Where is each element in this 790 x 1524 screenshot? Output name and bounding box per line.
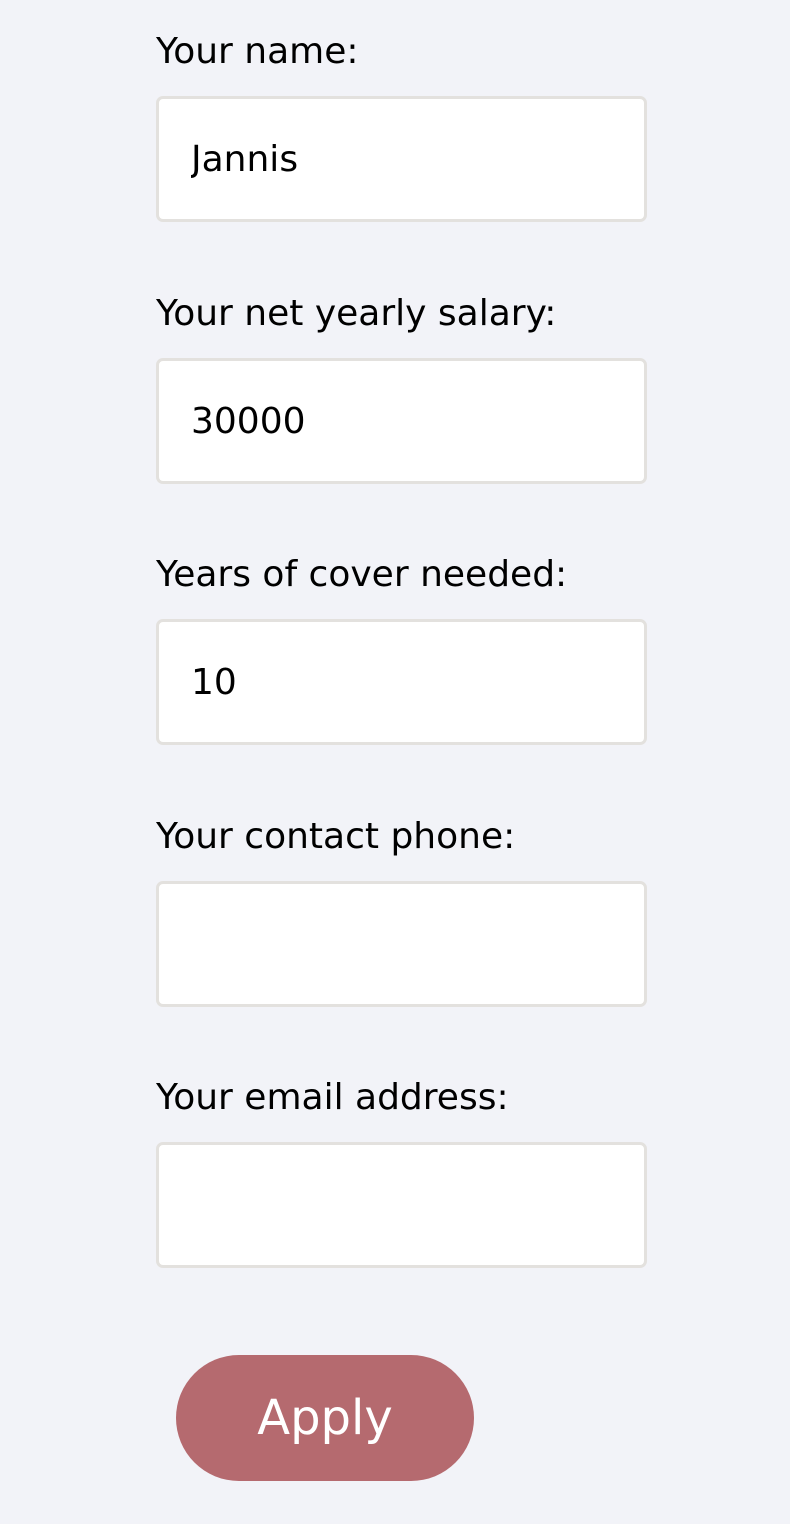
cover-years-field-group: Years of cover needed: xyxy=(156,553,647,745)
name-label: Your name: xyxy=(156,31,359,72)
salary-input[interactable] xyxy=(156,358,647,484)
name-input[interactable] xyxy=(156,96,647,222)
name-field-group: Your name: xyxy=(156,30,647,222)
phone-input[interactable] xyxy=(156,881,647,1007)
email-field-group: Your email address: xyxy=(156,1076,647,1268)
phone-label: Your contact phone: xyxy=(156,816,516,857)
apply-button[interactable]: Apply xyxy=(176,1355,474,1481)
email-label: Your email address: xyxy=(156,1077,509,1118)
email-input[interactable] xyxy=(156,1142,647,1268)
salary-field-group: Your net yearly salary: xyxy=(156,292,647,484)
cover-years-label: Years of cover needed: xyxy=(156,554,568,595)
salary-label: Your net yearly salary: xyxy=(156,293,557,334)
cover-years-input[interactable] xyxy=(156,619,647,745)
phone-field-group: Your contact phone: xyxy=(156,815,647,1007)
